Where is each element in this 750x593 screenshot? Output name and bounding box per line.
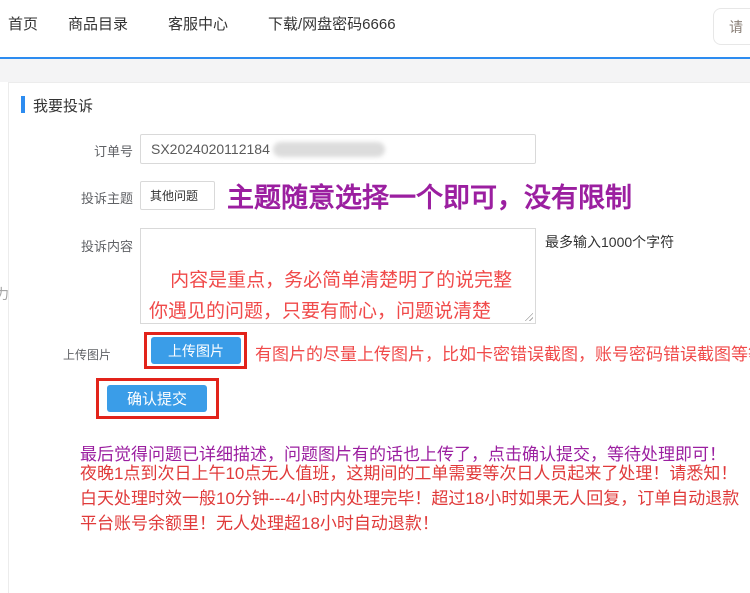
service-note-line: 夜晚1点到次日上午10点无人值班，这期间的工单需要等次日人员起来了处理！请悉知！	[80, 461, 739, 486]
confirm-submit-button[interactable]: 确认提交	[107, 385, 207, 412]
service-note-line: 白天处理时效一般10分钟---4小时内处理完毕！超过18小时如果无人回复，订单自…	[80, 486, 739, 511]
complaint-subject-value: 其他问题	[150, 187, 198, 204]
complaint-subject-select[interactable]: 其他问题	[140, 181, 215, 210]
nav-item-catalog[interactable]: 商品目录	[68, 13, 128, 34]
complaint-content-textarea[interactable]: 内容是重点，务必简单清楚明了的说完整 你遇见的问题，只要有耐心，问题说清楚 ，一…	[140, 228, 536, 324]
order-number-value: SX2024020112184	[151, 141, 270, 157]
textarea-resize-handle[interactable]	[524, 312, 533, 321]
complaint-content-label: 投诉内容	[63, 236, 133, 255]
complaint-subject-label: 投诉主题	[63, 188, 133, 207]
page-title: 我要投诉	[33, 95, 93, 116]
search-input[interactable]: 请	[713, 8, 750, 45]
search-placeholder-text: 请	[729, 17, 743, 37]
page-gap	[0, 59, 750, 82]
subject-annotation-text: 主题随意选择一个即可，没有限制	[227, 176, 632, 215]
order-number-label: 订单号	[63, 141, 133, 160]
section-accent-bar	[21, 96, 25, 113]
service-note-line: 平台账号余额里！无人处理超18小时自动退款！	[80, 511, 739, 536]
upload-annotation-text: 有图片的尽量上传图片，比如卡密错误截图，账号密码错误截图等等	[255, 340, 750, 365]
nav-item-download-password[interactable]: 下载/网盘密码6666	[268, 13, 396, 34]
nav-item-support[interactable]: 客服中心	[168, 13, 228, 34]
upload-image-label: 上传图片	[63, 346, 111, 363]
service-hours-notes: 夜晚1点到次日上午10点无人值班，这期间的工单需要等次日人员起来了处理！请悉知！…	[80, 461, 739, 536]
nav-item-home[interactable]: 首页	[8, 13, 38, 34]
order-number-input[interactable]: SX2024020112184	[140, 134, 536, 164]
complaint-page: 首页 商品目录 客服中心 下载/网盘密码6666 请 力 我要投诉 订单号 SX…	[0, 0, 750, 593]
upload-image-button[interactable]: 上传图片	[151, 337, 241, 364]
redacted-order-suffix	[273, 142, 385, 157]
char-limit-hint: 最多输入1000个字符	[545, 232, 674, 252]
complaint-content-value: 内容是重点，务必简单清楚明了的说完整 你遇见的问题，只要有耐心，问题说清楚 ，一…	[149, 270, 512, 324]
